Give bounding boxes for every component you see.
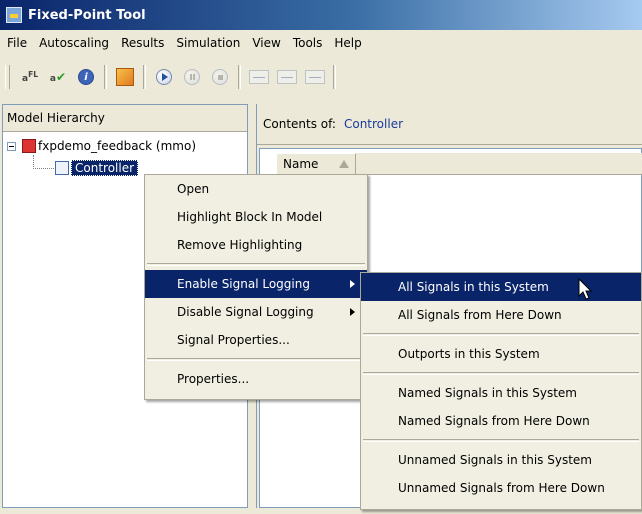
fl-scaling-icon[interactable]: aFL [18,65,42,89]
menu-separator [147,263,365,266]
plot-icon[interactable] [247,65,271,89]
subsystem-icon [55,161,69,175]
menu-separator [363,372,639,375]
pause-icon[interactable] [180,65,204,89]
window-title: Fixed-Point Tool [28,7,146,23]
menu-bar: File Autoscaling Results Simulation View… [0,30,642,56]
toolbar-separator [143,65,146,89]
toolbar: aFL a✔ i [0,56,642,98]
contents-value: Controller [343,117,404,131]
play-icon[interactable] [152,65,176,89]
signal-logging-submenu: All Signals in this System All Signals f… [360,272,642,510]
submenu-item-outports-system[interactable]: Outports in this System [361,340,641,368]
submenu-item-all-signals-system[interactable]: All Signals in this System [361,273,641,301]
list-header: Name [276,153,642,175]
histogram-icon[interactable] [275,65,299,89]
submenu-arrow-icon [350,280,355,288]
tree-connector [33,155,54,169]
menu-item-remove-highlighting[interactable]: Remove Highlighting [145,231,367,259]
menu-item-disable-signal-logging[interactable]: Disable Signal Logging [145,298,367,326]
submenu-item-unnamed-signals-down[interactable]: Unnamed Signals from Here Down [361,474,641,502]
contents-label: Contents of: [263,117,336,131]
sort-ascending-icon [339,160,349,168]
title-bar: Fixed-Point Tool [0,0,642,30]
menu-item-enable-signal-logging[interactable]: Enable Signal Logging [145,270,367,298]
fixed-point-tool-icon [6,7,22,23]
toolbar-grip[interactable] [5,65,10,89]
compare-icon[interactable] [303,65,327,89]
menu-item-disable-signal-logging-label: Disable Signal Logging [177,305,314,319]
mouse-cursor-icon [578,278,592,300]
menu-results[interactable]: Results [116,32,169,54]
menu-help[interactable]: Help [329,32,366,54]
tree-node-controller[interactable]: Controller [55,159,139,177]
menu-item-signal-properties[interactable]: Signal Properties... [145,326,367,354]
stop-icon[interactable] [208,65,232,89]
submenu-arrow-icon [350,308,355,316]
tree-node-controller-label[interactable]: Controller [71,160,139,176]
submenu-item-named-signals-system[interactable]: Named Signals in this System [361,379,641,407]
menu-item-enable-signal-logging-label: Enable Signal Logging [177,277,310,291]
column-header-name[interactable]: Name [276,153,356,175]
menu-separator [363,333,639,336]
toolbar-separator [104,65,107,89]
collapse-icon[interactable] [7,141,16,151]
contents-bar: Contents of: Controller [257,104,642,145]
tree-node-root[interactable]: fxpdemo_feedback (mmo) [7,137,196,155]
menu-file[interactable]: File [2,32,32,54]
fl-check-icon[interactable]: a✔ [46,65,70,89]
toolbar-separator [333,65,336,89]
column-header-filler [356,153,642,175]
menu-separator [147,358,365,361]
menu-autoscaling[interactable]: Autoscaling [34,32,114,54]
menu-view[interactable]: View [247,32,285,54]
menu-item-open[interactable]: Open [145,175,367,203]
menu-separator [363,439,639,442]
menu-simulation[interactable]: Simulation [171,32,245,54]
toolbar-separator [238,65,241,89]
tree-node-root-label[interactable]: fxpdemo_feedback (mmo) [38,139,196,153]
info-icon[interactable]: i [74,65,98,89]
column-header-name-label: Name [283,157,319,171]
submenu-item-named-signals-down[interactable]: Named Signals from Here Down [361,407,641,435]
submenu-item-all-signals-down[interactable]: All Signals from Here Down [361,301,641,329]
context-menu: Open Highlight Block In Model Remove Hig… [144,174,368,400]
model-hierarchy-header: Model Hierarchy [3,105,247,132]
menu-tools[interactable]: Tools [288,32,328,54]
model-explorer-icon[interactable] [113,65,137,89]
menu-item-highlight-block[interactable]: Highlight Block In Model [145,203,367,231]
submenu-item-unnamed-signals-system[interactable]: Unnamed Signals in this System [361,446,641,474]
model-icon [22,139,36,153]
menu-item-properties[interactable]: Properties... [145,365,367,393]
